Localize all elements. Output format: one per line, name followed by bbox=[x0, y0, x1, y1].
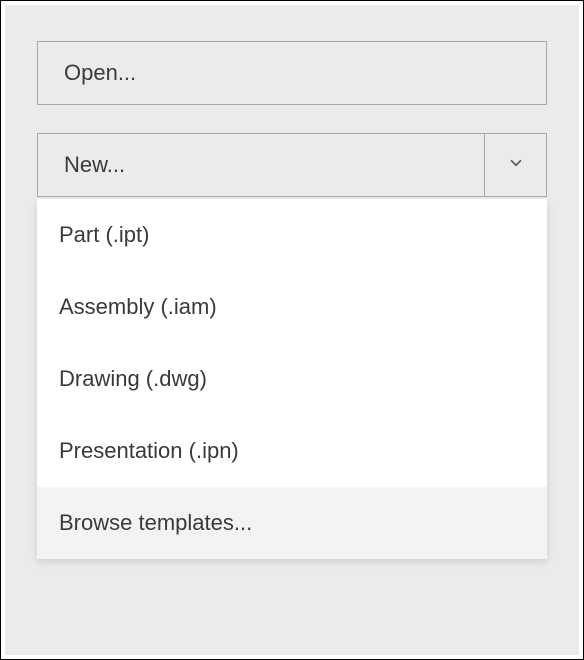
open-button-label: Open... bbox=[64, 60, 136, 86]
open-button[interactable]: Open... bbox=[37, 41, 547, 105]
open-button-main[interactable]: Open... bbox=[37, 41, 547, 105]
new-button[interactable]: New... bbox=[37, 133, 547, 197]
chevron-down-icon bbox=[507, 154, 525, 177]
dropdown-item-label: Part (.ipt) bbox=[59, 222, 149, 248]
dropdown-item-assembly[interactable]: Assembly (.iam) bbox=[37, 271, 547, 343]
new-button-label: New... bbox=[64, 152, 125, 178]
new-dropdown-menu: Part (.ipt) Assembly (.iam) Drawing (.dw… bbox=[37, 199, 547, 559]
panel: Open... New... Part (.ipt) Assembly (.ia… bbox=[5, 5, 579, 655]
new-button-main[interactable]: New... bbox=[37, 133, 485, 197]
dropdown-item-browse-templates[interactable]: Browse templates... bbox=[37, 487, 547, 559]
new-button-dropdown-toggle[interactable] bbox=[485, 133, 547, 197]
dropdown-item-presentation[interactable]: Presentation (.ipn) bbox=[37, 415, 547, 487]
dropdown-item-label: Drawing (.dwg) bbox=[59, 366, 207, 392]
dropdown-item-drawing[interactable]: Drawing (.dwg) bbox=[37, 343, 547, 415]
dropdown-item-label: Presentation (.ipn) bbox=[59, 438, 239, 464]
dropdown-item-label: Browse templates... bbox=[59, 510, 252, 536]
dropdown-item-label: Assembly (.iam) bbox=[59, 294, 217, 320]
dropdown-item-part[interactable]: Part (.ipt) bbox=[37, 199, 547, 271]
